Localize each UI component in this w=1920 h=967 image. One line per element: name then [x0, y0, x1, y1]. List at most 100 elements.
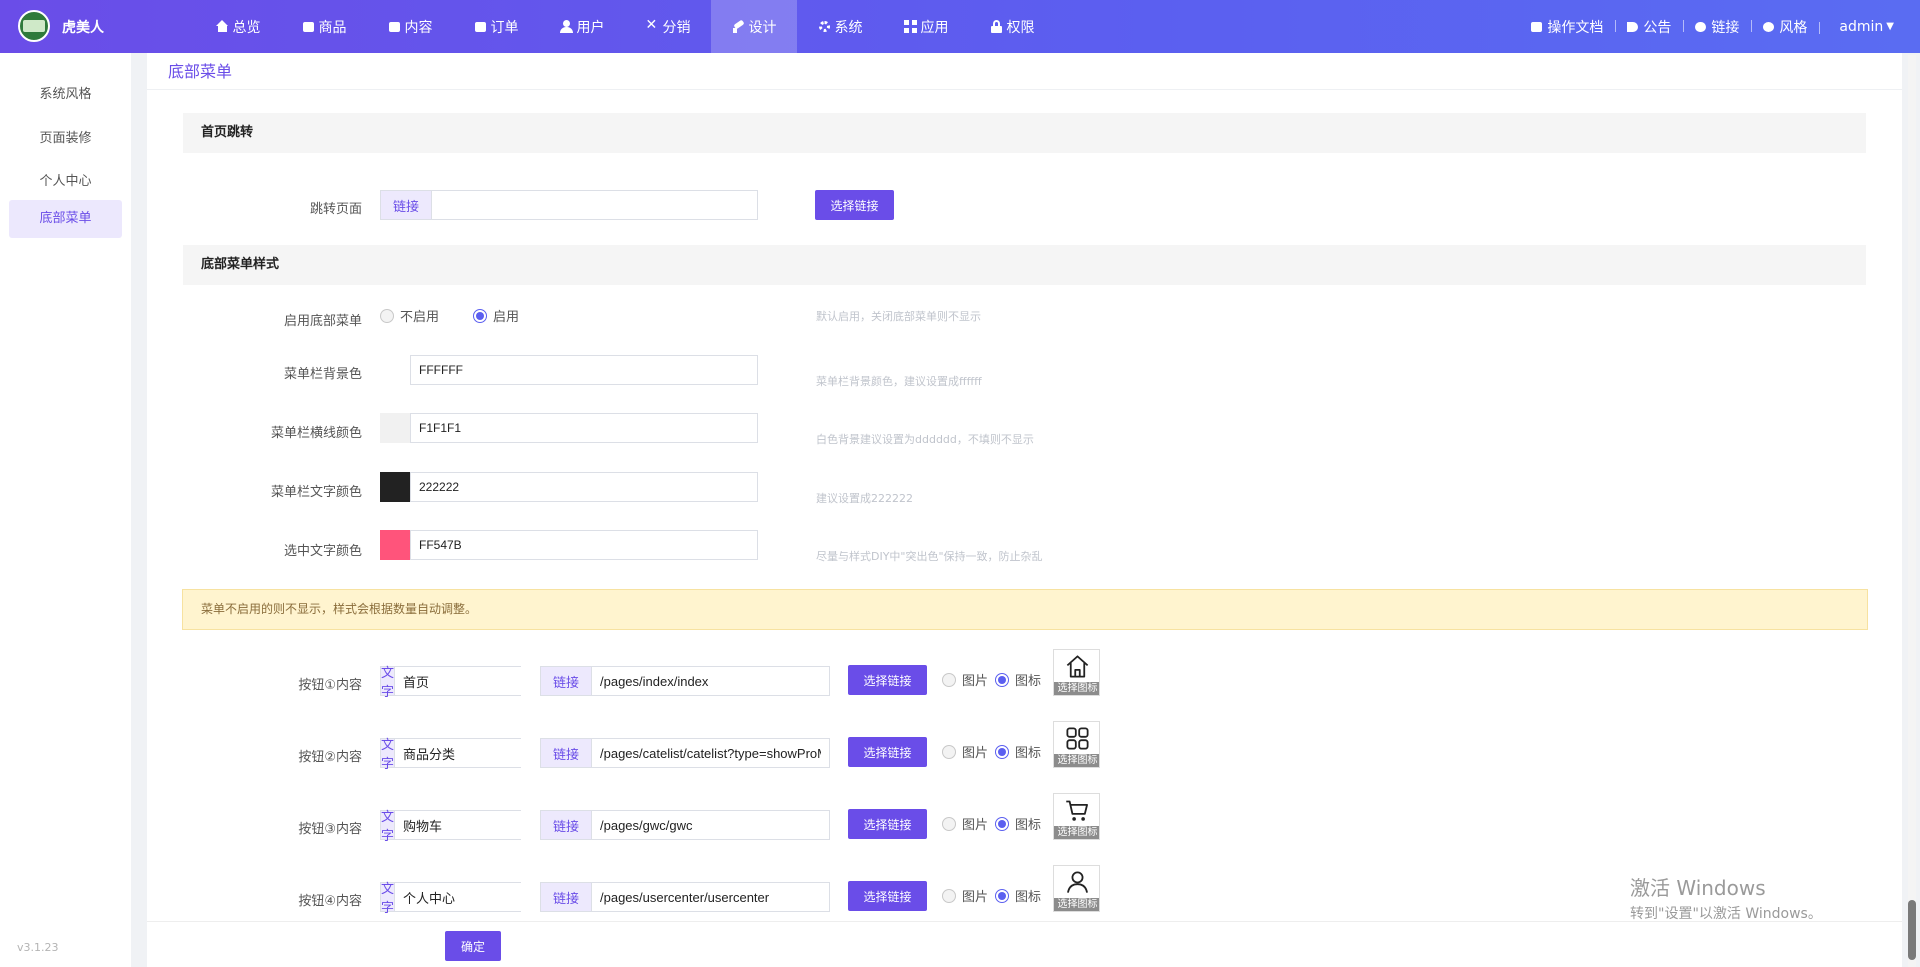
bg-color-swatch[interactable]: [380, 355, 410, 385]
nav-content[interactable]: 内容: [367, 0, 453, 53]
radio-circle: [942, 744, 956, 759]
shopping-bag-icon: [302, 20, 315, 33]
button1-link-input[interactable]: [592, 667, 829, 695]
button3-radio-image[interactable]: 图片: [942, 814, 988, 833]
scrollbar-thumb[interactable]: [1908, 900, 1916, 960]
sidebar-item-system-style[interactable]: 系统风格: [9, 76, 122, 114]
nav-apps[interactable]: 应用: [883, 0, 969, 53]
palette-icon: [1763, 21, 1775, 32]
text-color-swatch[interactable]: [380, 472, 410, 502]
button1-text-group: 文字: [380, 666, 588, 700]
button4-select-link-button[interactable]: 选择链接: [848, 881, 927, 911]
line-color-swatch[interactable]: [380, 413, 410, 443]
radio-circle-checked: [473, 308, 487, 323]
button1-icon-picker[interactable]: 选择图标: [1053, 649, 1100, 696]
brush-icon: [732, 20, 745, 33]
button1-select-link-button[interactable]: 选择链接: [848, 665, 927, 695]
megaphone-icon: [1627, 21, 1639, 32]
link-addon: 链接: [541, 811, 592, 839]
button1-link-group: 链接: [540, 666, 830, 696]
section-heading-home-jump: 首页跳转: [183, 113, 1866, 153]
app-logo[interactable]: [18, 10, 50, 42]
submit-button[interactable]: 确定: [445, 931, 501, 961]
sidebar-item-user-center[interactable]: 个人中心: [9, 163, 122, 201]
notice-link[interactable]: 公告: [1615, 17, 1683, 37]
button4-link-input[interactable]: [592, 883, 829, 911]
button2-radio-image[interactable]: 图片: [942, 742, 988, 761]
scrollbar[interactable]: [1908, 55, 1916, 967]
button4-icon-picker[interactable]: 选择图标: [1053, 865, 1100, 912]
link-link[interactable]: 链接: [1683, 17, 1751, 37]
page-title: 底部菜单: [168, 62, 233, 81]
sidebar-item-page-decor[interactable]: 页面装修: [9, 120, 122, 158]
line-color-input[interactable]: [410, 413, 758, 443]
nav-label: 权限: [1006, 19, 1035, 36]
radio-disable[interactable]: 不启用: [380, 306, 439, 325]
watermark-line1: 激活 Windows: [1630, 876, 1766, 900]
radio-circle: [942, 888, 956, 903]
link-addon: 链接: [541, 667, 592, 695]
button3-radio-icon[interactable]: 图标: [995, 814, 1041, 833]
nav-users[interactable]: 用户: [539, 0, 625, 53]
nav-permissions[interactable]: 权限: [969, 0, 1055, 53]
nav-overview[interactable]: 总览: [195, 0, 281, 53]
button2-link-input[interactable]: [592, 739, 829, 767]
jump-select-link-button[interactable]: 选择链接: [815, 190, 894, 220]
form-footer: 确定: [147, 921, 1902, 967]
link-addon: 链接: [541, 739, 592, 767]
text-addon: 文字: [381, 666, 396, 700]
nav-products[interactable]: 商品: [281, 0, 367, 53]
button3-icon-picker[interactable]: 选择图标: [1053, 793, 1100, 840]
icon-caption: 选择图标: [1054, 826, 1099, 839]
nav-system[interactable]: 系统: [797, 0, 883, 53]
admin-menu[interactable]: admin ▼: [1819, 19, 1920, 35]
text-color-label: 菜单栏文字颜色: [270, 485, 362, 500]
button1-radio-icon[interactable]: 图标: [995, 670, 1041, 689]
radio-circle-checked: [995, 672, 1009, 687]
active-color-input[interactable]: [410, 530, 758, 560]
button2-radio-icon[interactable]: 图标: [995, 742, 1041, 761]
style-link[interactable]: 风格: [1751, 17, 1819, 37]
button2-link-group: 链接: [540, 738, 830, 768]
grid-icon: [903, 20, 917, 33]
divider: [147, 89, 1902, 90]
enable-hint: 默认启用，关闭底部菜单则不显示: [816, 310, 981, 323]
button2-label: 按钮②内容: [298, 750, 362, 765]
sidebar-item-bottom-menu[interactable]: 底部菜单: [9, 200, 122, 238]
button1-radio-image[interactable]: 图片: [942, 670, 988, 689]
main-nav: 总览 商品 内容 订单 用户 分销 设计 系统 应用 权限: [195, 0, 1055, 53]
cart-icon: [1066, 800, 1088, 821]
text-color-input[interactable]: [410, 472, 758, 502]
radio-circle: [942, 816, 956, 831]
nav-distribution[interactable]: 分销: [625, 0, 711, 53]
active-color-label: 选中文字颜色: [283, 544, 362, 559]
nav-label: 系统: [834, 19, 863, 36]
category-grid-icon: [1066, 727, 1089, 750]
button3-link-group: 链接: [540, 810, 830, 840]
button2-select-link-button[interactable]: 选择链接: [848, 737, 927, 767]
button2-icon-picker[interactable]: 选择图标: [1053, 721, 1100, 768]
clipboard-icon: [474, 20, 487, 33]
jump-link-input[interactable]: [432, 191, 757, 219]
button4-radio-image[interactable]: 图片: [942, 886, 988, 905]
button3-select-link-button[interactable]: 选择链接: [848, 809, 927, 839]
docs-link[interactable]: 操作文档: [1519, 17, 1615, 37]
nav-orders[interactable]: 订单: [453, 0, 539, 53]
radio-enable[interactable]: 启用: [473, 306, 519, 325]
nav-label: 应用: [920, 19, 949, 36]
active-color-swatch[interactable]: [380, 530, 410, 560]
nav-label: 用户: [576, 19, 605, 36]
button3-link-input[interactable]: [592, 811, 829, 839]
nav-label: 内容: [404, 19, 433, 36]
sidebar: 系统风格 页面装修 个人中心 底部菜单 v3.1.23: [0, 53, 131, 967]
home-outline-icon: [1066, 655, 1089, 678]
bg-color-input[interactable]: [410, 355, 758, 385]
line-color-hint: 白色背景建议设置为dddddd，不填则不显示: [816, 433, 1034, 446]
user-icon: [559, 20, 573, 33]
button4-radio-icon[interactable]: 图标: [995, 886, 1041, 905]
bg-color-hint: 菜单栏背景颜色，建议设置成ffffff: [816, 375, 982, 388]
nav-design[interactable]: 设计: [711, 0, 797, 53]
section-heading-menu-style: 底部菜单样式: [183, 245, 1866, 285]
jump-page-label: 跳转页面: [309, 202, 362, 217]
document-icon: [388, 20, 401, 33]
